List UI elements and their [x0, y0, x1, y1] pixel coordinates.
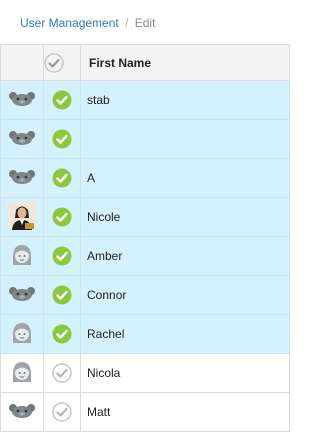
table-row[interactable]: Connor	[0, 275, 290, 315]
row-check-cell[interactable]	[43, 236, 81, 276]
avatar-cell	[0, 275, 44, 315]
breadcrumb-current: Edit	[134, 16, 156, 30]
header-select-all-cell[interactable]	[43, 44, 81, 81]
avatar-cell	[0, 119, 44, 159]
row-check-cell[interactable]	[43, 314, 81, 354]
row-check-cell[interactable]	[43, 158, 81, 198]
users-table: First Name stab A Nicole Amber Connor Rachel N…	[0, 44, 290, 432]
table-row[interactable]: Rachel	[0, 314, 290, 354]
table-body: stab A Nicole Amber Connor Rachel Nicola Matt	[0, 80, 290, 432]
checked-icon[interactable]	[52, 168, 72, 188]
first-name-cell[interactable]: Rachel	[80, 314, 290, 354]
avatar-cell	[0, 236, 44, 276]
checked-icon[interactable]	[52, 129, 72, 149]
breadcrumb: User Management / Edit	[0, 0, 289, 44]
avatar-cell	[0, 197, 44, 237]
bear-icon	[8, 130, 36, 149]
first-name-cell[interactable]: Amber	[80, 236, 290, 276]
first-name-cell[interactable]: Matt	[80, 392, 290, 432]
first-name-cell[interactable]: stab	[80, 80, 290, 120]
first-name-cell[interactable]: Nicola	[80, 353, 290, 393]
row-check-cell[interactable]	[43, 197, 81, 237]
first-name-cell[interactable]	[80, 119, 290, 159]
breadcrumb-link-user-management[interactable]: User Management	[20, 16, 119, 30]
table-row[interactable]: A	[0, 158, 290, 198]
checked-icon[interactable]	[52, 324, 72, 344]
first-name-cell[interactable]: Connor	[80, 275, 290, 315]
avatar-cell	[0, 392, 44, 432]
row-check-cell[interactable]	[43, 392, 81, 432]
table-row[interactable]: Nicola	[0, 353, 290, 393]
girl-icon	[11, 244, 33, 270]
header-avatar-cell	[0, 44, 44, 81]
bear-icon	[8, 169, 36, 188]
table-row[interactable]: Amber	[0, 236, 290, 276]
table-row[interactable]: stab	[0, 80, 290, 120]
bear-icon	[8, 403, 36, 422]
column-header-first-name[interactable]: First Name	[80, 44, 290, 81]
row-check-cell[interactable]	[43, 353, 81, 393]
checked-icon[interactable]	[52, 90, 72, 110]
table-row[interactable]: Matt	[0, 392, 290, 432]
first-name-cell[interactable]: A	[80, 158, 290, 198]
bear-icon	[8, 286, 36, 305]
avatar-cell	[0, 353, 44, 393]
unchecked-icon[interactable]	[52, 363, 72, 383]
first-name-cell[interactable]: Nicole	[80, 197, 290, 237]
girl-icon	[11, 322, 33, 348]
row-check-cell[interactable]	[43, 119, 81, 159]
checked-icon[interactable]	[52, 246, 72, 266]
girl-icon	[11, 361, 33, 387]
table-row[interactable]: Nicole	[0, 197, 290, 237]
table-header-row: First Name	[0, 44, 290, 81]
avatar	[8, 201, 36, 233]
checked-icon[interactable]	[52, 207, 72, 227]
row-check-cell[interactable]	[43, 275, 81, 315]
avatar-cell	[0, 80, 44, 120]
avatar-cell	[0, 314, 44, 354]
row-check-cell[interactable]	[43, 80, 81, 120]
checked-icon[interactable]	[52, 285, 72, 305]
bear-icon	[8, 91, 36, 110]
avatar-cell	[0, 158, 44, 198]
breadcrumb-separator: /	[125, 16, 129, 30]
table-row[interactable]	[0, 119, 290, 159]
unchecked-icon[interactable]	[52, 402, 72, 422]
select-all-check-icon[interactable]	[44, 52, 64, 73]
